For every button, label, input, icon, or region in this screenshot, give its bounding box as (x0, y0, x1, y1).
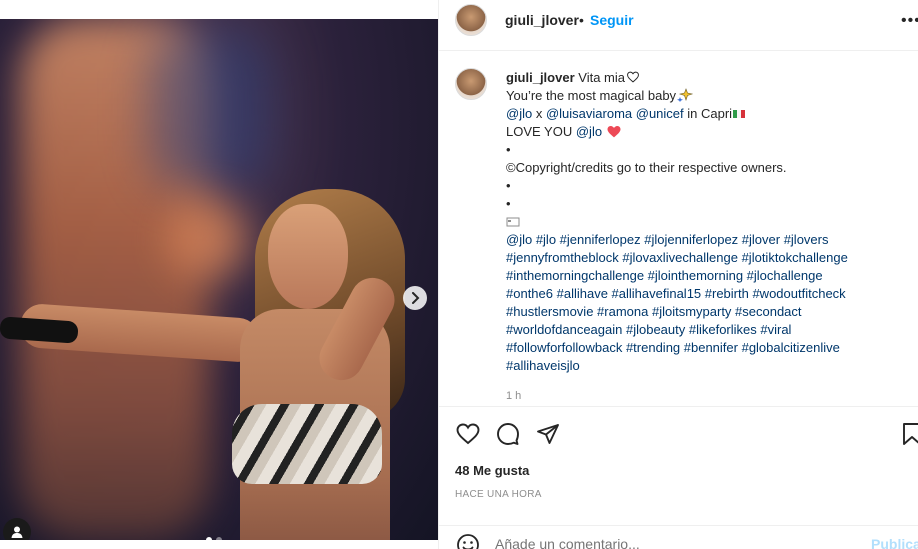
sparkle-icon (677, 88, 694, 102)
hashtag-line[interactable]: #onthe6 #allihave #allihavefinal15 #rebi… (506, 285, 911, 303)
caption-line1: Vita mia (578, 70, 625, 85)
avatar[interactable] (455, 4, 487, 36)
flag-icon (733, 110, 746, 118)
caption-in-capri: in Capri (687, 106, 733, 121)
more-options-button[interactable]: ••• (901, 12, 918, 30)
post-side-panel: giuli_jlover • Seguir ••• giuli_jlover V… (438, 0, 918, 549)
background-blue-light (150, 29, 270, 189)
header-username[interactable]: giuli_jlover (505, 12, 579, 28)
carousel-indicator (206, 537, 222, 540)
caption-avatar[interactable] (455, 68, 487, 100)
likes-count[interactable]: 48 Me gusta (455, 463, 529, 478)
mention-unicef[interactable]: @unicef (636, 106, 684, 121)
paper-plane-icon (537, 424, 559, 444)
caption-love-you: LOVE YOU (506, 124, 573, 139)
user-tag-icon (11, 526, 23, 538)
carousel-dot-active (206, 537, 212, 540)
heart-icon (456, 423, 480, 445)
mention-jlo[interactable]: @jlo (506, 106, 532, 121)
caption-bullet: • (506, 178, 511, 193)
caption-bullet: • (506, 142, 511, 157)
carousel-dot (216, 537, 222, 540)
header-separator: • (579, 12, 584, 28)
performer-face (268, 204, 348, 309)
small-card-icon (506, 217, 520, 227)
hashtag-line[interactable]: @jlo #jlo #jenniferlopez #jlojenniferlop… (506, 231, 911, 249)
hashtag-line[interactable]: #hustlersmovie #ramona #jloitsmyparty #s… (506, 303, 911, 321)
microphone (0, 316, 79, 344)
mention-luisaviaroma[interactable]: @luisaviaroma (546, 106, 632, 121)
chevron-right-icon (412, 292, 420, 304)
share-button[interactable] (535, 421, 561, 447)
caption-x: x (535, 106, 543, 121)
post-actions: 48 Me gusta HACE UNA HORA Publicar (439, 406, 918, 549)
caption-text: giuli_jlover Vita mia You’re the most ma… (506, 69, 911, 375)
follow-button[interactable]: Seguir (590, 12, 634, 28)
comment-input[interactable] (495, 536, 835, 549)
publish-button[interactable]: Publicar (871, 536, 918, 549)
save-button[interactable] (899, 421, 918, 447)
caption-timestamp: 1 h (506, 390, 522, 402)
red-heart-icon (607, 125, 621, 138)
smiley-icon (457, 534, 479, 549)
carousel-next-button[interactable] (403, 286, 427, 310)
tagged-users-button[interactable] (3, 518, 31, 540)
heart-outline-icon (627, 71, 639, 83)
background-spot-light (170, 199, 250, 279)
like-button[interactable] (455, 421, 481, 447)
hashtag-line[interactable]: #allihaveisjlo (506, 357, 911, 375)
comment-button[interactable] (495, 421, 521, 447)
post-media (0, 0, 438, 549)
caption-username[interactable]: giuli_jlover (506, 70, 575, 85)
comment-icon (497, 423, 519, 445)
hashtag-line[interactable]: #followforfollowback #trending #bennifer… (506, 339, 911, 357)
hashtag-line[interactable]: #jennyfromtheblock #jlovaxlivechallenge … (506, 249, 911, 267)
post-photo[interactable] (0, 19, 438, 540)
bookmark-icon (903, 423, 918, 445)
caption-copyright: ©Copyright/credits go to their respectiv… (506, 160, 787, 175)
comment-bar: Publicar (439, 525, 918, 549)
caption-area: giuli_jlover Vita mia You’re the most ma… (439, 52, 918, 406)
emoji-button[interactable] (455, 532, 481, 549)
performer-outfit (232, 404, 382, 484)
posted-time: HACE UNA HORA (455, 489, 542, 500)
post-header: giuli_jlover • Seguir ••• (439, 0, 918, 51)
mention-jlo-2[interactable]: @jlo (576, 124, 602, 139)
hashtag-line[interactable]: #inthemorningchallenge #jlointhemorning … (506, 267, 911, 285)
caption-bullet: • (506, 196, 511, 211)
hashtag-line[interactable]: #worldofdanceagain #jlobeauty #likeforli… (506, 321, 911, 339)
caption-line2: You’re the most magical baby (506, 88, 677, 103)
